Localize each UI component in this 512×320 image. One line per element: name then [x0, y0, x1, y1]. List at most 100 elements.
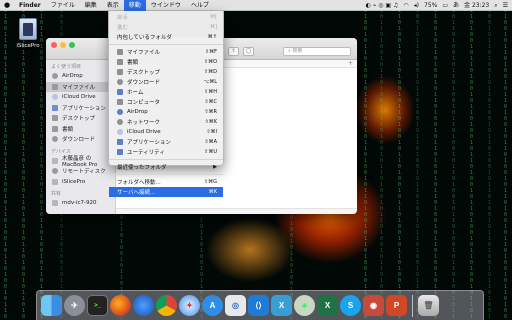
minimize-button[interactable]	[60, 42, 66, 48]
desktop-icon	[52, 115, 58, 122]
chrome-icon[interactable]	[156, 295, 177, 316]
spotlight-icon[interactable]: ⌕	[494, 0, 497, 11]
vscode-icon[interactable]: ⟨⟩	[248, 295, 269, 316]
menu-item-label: ユーティリティ	[127, 150, 165, 156]
add-icon[interactable]: +	[348, 60, 353, 67]
desktop-icon-islicepro[interactable]: iSlicePro	[8, 18, 48, 49]
menu-item-downloads[interactable]: ダウンロード ⌥⌘L	[109, 77, 223, 87]
menu-item-shortcut: ⇧⌘O	[203, 59, 217, 65]
menu-item-airdrop[interactable]: AirDrop ⇧⌘R	[109, 107, 223, 117]
menu-item-enclosing-folder[interactable]: 内包しているフォルダ ⌘↑	[109, 32, 223, 42]
menu-item-icloud-drive[interactable]: iCloud Drive ⇧⌘I	[109, 127, 223, 137]
powerpoint-icon[interactable]: P	[386, 295, 407, 316]
menu-window[interactable]: ウインドウ	[146, 0, 186, 11]
sidebar-item-label: AirDrop	[62, 73, 83, 80]
photo-booth-icon[interactable]: ◉	[363, 295, 384, 316]
menu-item-documents[interactable]: 書類 ⇧⌘O	[109, 57, 223, 67]
firefox-icon[interactable]	[110, 295, 131, 316]
menu-file[interactable]: ファイル	[46, 0, 80, 11]
menu-separator	[109, 174, 223, 175]
menu-item-go-to-folder[interactable]: フォルダへ移動... ⇧⌘G	[109, 177, 223, 187]
sidebar-item-remote-disc[interactable]: リモートディスク	[46, 166, 115, 177]
sidebar-item-macbook[interactable]: 木藤晶彦 の MacBook Pro	[46, 156, 115, 168]
menu-item-applications[interactable]: アプリケーション ⇧⌘A	[109, 137, 223, 147]
status-icons-icon[interactable]: ◐ ⌁ ◎ ▣ ♫	[366, 0, 399, 11]
sidebar-item-islicepro[interactable]: iSlicePro	[46, 177, 115, 188]
sidebar-item-label: mdv-ic7-920	[62, 200, 97, 207]
menu-item-shortcut: ⌘]	[210, 24, 217, 30]
drive-icon	[52, 178, 58, 185]
sidebar-item-desktop[interactable]: デスクトップ	[46, 113, 115, 124]
menu-item-label: アプリケーション	[127, 140, 171, 146]
menu-item-connect-to-server[interactable]: サーバへ接続... ⌘K	[109, 187, 223, 197]
search-input[interactable]: ⌕ 検索	[283, 47, 351, 56]
sidebar-item-downloads[interactable]: ダウンロード	[46, 134, 115, 145]
menu-item-my-files[interactable]: マイファイル ⇧⌘F	[109, 47, 223, 57]
sidebar-item-airdrop[interactable]: AirDrop	[46, 71, 115, 82]
menu-item-label: 内包しているフォルダ	[117, 35, 172, 41]
keynote-icon[interactable]: ♣	[294, 295, 315, 316]
menu-item-label: 戻る	[117, 15, 129, 21]
volume-icon[interactable]: ◂)	[414, 0, 419, 11]
sidebar-header-shared: 共有	[51, 191, 62, 197]
safari-compass-icon[interactable]: ✦	[179, 295, 200, 316]
menu-item-forward[interactable]: 進む ⌘]	[109, 22, 223, 32]
menu-item-back[interactable]: 戻る ⌘[	[109, 12, 223, 22]
sidebar-item-shared-host[interactable]: mdv-ic7-920	[46, 198, 115, 209]
submenu-arrow-icon: ▶	[213, 164, 217, 170]
menu-item-desktop[interactable]: デスクトップ ⇧⌘D	[109, 67, 223, 77]
airdrop-icon	[117, 109, 123, 115]
sidebar-item-icloud-drive[interactable]: iCloud Drive	[46, 92, 115, 103]
menu-help[interactable]: ヘルプ	[186, 0, 214, 11]
app-store-icon[interactable]: A	[202, 295, 223, 316]
share-button[interactable]: ⇪	[228, 47, 239, 56]
menu-item-network[interactable]: ネットワーク ⇧⌘K	[109, 117, 223, 127]
safari-icon[interactable]	[133, 295, 154, 316]
input-method-icon[interactable]: あ	[453, 0, 459, 11]
menu-item-label: マイファイル	[127, 50, 161, 56]
trash-icon[interactable]: 🗑	[418, 295, 439, 316]
visual-studio-icon[interactable]: ◎	[225, 295, 246, 316]
desktop-icon	[117, 69, 123, 75]
clock[interactable]: 金 23:23	[464, 0, 489, 11]
desktop-icon-label: iSlicePro	[16, 43, 40, 49]
zoom-button[interactable]	[69, 42, 75, 48]
wifi-icon[interactable]: ◠	[403, 0, 408, 11]
close-button[interactable]	[51, 42, 57, 48]
menu-item-recent-folders[interactable]: 最近使ったフォルダ ▶	[109, 162, 223, 172]
battery-percent[interactable]: 75%	[424, 0, 437, 11]
sidebar-item-label: リモートディスク	[62, 169, 106, 176]
menu-item-label: ホーム	[127, 90, 144, 96]
tag-button[interactable]: ◯	[243, 47, 254, 56]
sidebar-item-label: iSlicePro	[62, 178, 86, 185]
menu-edit[interactable]: 編集	[80, 0, 102, 11]
menu-item-shortcut: ⇧⌘C	[204, 99, 217, 105]
menu-item-home[interactable]: ホーム ⇧⌘H	[109, 87, 223, 97]
downloads-icon	[117, 79, 123, 85]
finder-icon[interactable]	[41, 295, 62, 316]
menu-item-shortcut: ⇧⌘F	[204, 49, 217, 55]
notification-center-icon[interactable]: ☰	[503, 0, 508, 11]
sidebar-item-my-files[interactable]: マイファイル	[46, 81, 115, 92]
xamarin-icon[interactable]: X	[271, 295, 292, 316]
menu-view[interactable]: 表示	[102, 0, 124, 11]
menu-finder[interactable]: Finder	[14, 0, 46, 11]
sidebar-item-documents[interactable]: 書類	[46, 124, 115, 135]
terminal-icon[interactable]: >_	[87, 295, 108, 316]
sidebar-item-label: ダウンロード	[62, 137, 96, 144]
search-placeholder: 検索	[292, 48, 303, 54]
menu-item-shortcut: ⇧⌘A	[204, 139, 217, 145]
menu-go[interactable]: 移動	[123, 0, 146, 11]
battery-icon[interactable]: ▭	[442, 0, 448, 11]
menu-item-computer[interactable]: コンピュータ ⇧⌘C	[109, 97, 223, 107]
menu-item-label: デスクトップ	[127, 70, 161, 76]
launchpad-icon[interactable]: ✈	[64, 295, 85, 316]
excel-icon[interactable]: X	[317, 295, 338, 316]
home-icon	[117, 89, 123, 95]
sidebar-item-applications[interactable]: アプリケーション	[46, 103, 115, 114]
my-files-icon	[52, 83, 58, 90]
menu-item-utilities[interactable]: ユーティリティ ⇧⌘U	[109, 147, 223, 157]
menu-item-label: サーバへ接続...	[117, 190, 156, 196]
skype-icon[interactable]: S	[340, 295, 361, 316]
apple-menu-icon[interactable]: ●	[0, 1, 14, 9]
